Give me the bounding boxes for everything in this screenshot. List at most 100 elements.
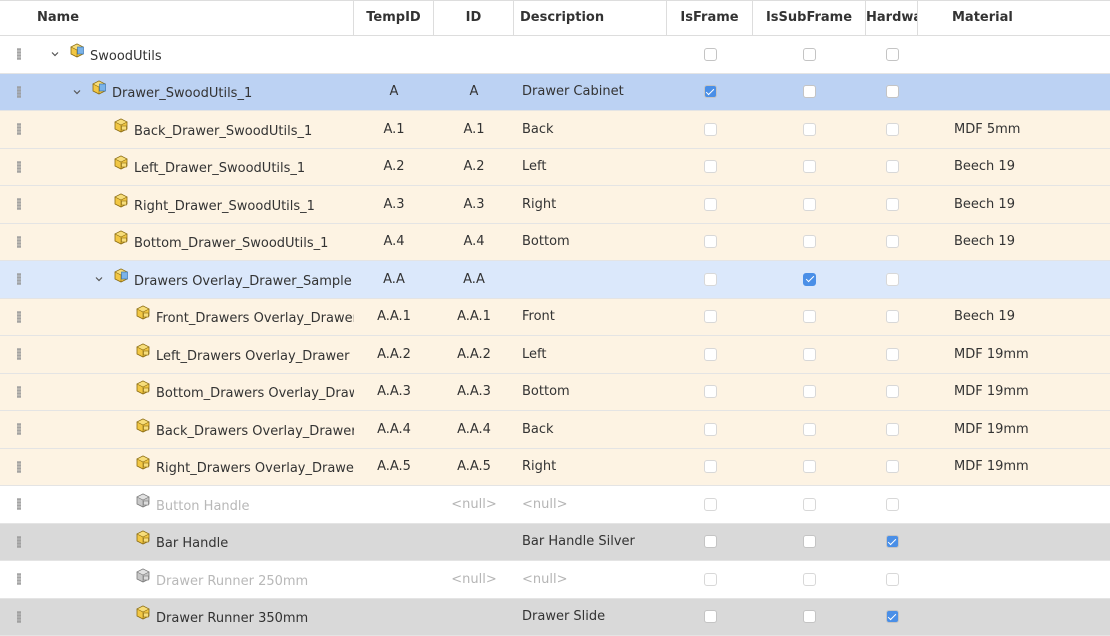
description-cell[interactable]: Front <box>514 299 667 336</box>
id-cell[interactable] <box>434 524 514 561</box>
hardware-checkbox[interactable] <box>885 385 899 399</box>
drag-handle-icon[interactable] <box>17 348 21 361</box>
id-cell[interactable]: A.A.4 <box>434 411 514 448</box>
tree-row[interactable]: SwoodUtils <box>0 36 1110 74</box>
material-cell[interactable] <box>918 486 1110 523</box>
material-cell[interactable]: MDF 19mm <box>918 411 1110 448</box>
description-cell[interactable] <box>514 36 667 73</box>
tree-row[interactable]: Right_Drawer_SwoodUtils_1 A.3 A.3 Right Beec… <box>0 186 1110 224</box>
drag-handle-icon[interactable] <box>17 385 21 398</box>
material-cell[interactable]: MDF 19mm <box>918 449 1110 486</box>
temp-id-cell[interactable]: A.1 <box>354 111 434 148</box>
is-frame-checkbox[interactable] <box>703 235 717 249</box>
tree-row[interactable]: Back_Drawers Overlay_Drawer A.A.4 A.A.4 Bac… <box>0 411 1110 449</box>
temp-id-cell[interactable]: A.A.4 <box>354 411 434 448</box>
is-frame-checkbox[interactable] <box>703 122 717 136</box>
drag-handle-icon[interactable] <box>17 48 21 61</box>
is-frame-checkbox[interactable] <box>703 422 717 436</box>
tree-row[interactable]: Drawer Runner 250mm <null> <null> <box>0 561 1110 599</box>
is-frame-checkbox[interactable] <box>703 497 717 511</box>
temp-id-cell[interactable] <box>354 36 434 73</box>
material-cell[interactable] <box>918 599 1110 636</box>
drag-handle-icon[interactable] <box>17 460 21 473</box>
id-cell[interactable]: A.A.2 <box>434 336 514 373</box>
description-cell[interactable]: Back <box>514 111 667 148</box>
temp-id-cell[interactable] <box>354 561 434 598</box>
is-frame-checkbox[interactable] <box>703 610 717 624</box>
drag-handle-icon[interactable] <box>17 235 21 248</box>
drag-handle-icon[interactable] <box>17 85 21 98</box>
temp-id-cell[interactable]: A.4 <box>354 224 434 261</box>
tree-row[interactable]: Bottom_Drawer_SwoodUtils_1 A.4 A.4 Bottom Be… <box>0 223 1110 261</box>
is-sub-frame-checkbox[interactable] <box>803 385 816 399</box>
is-sub-frame-checkbox[interactable] <box>803 235 816 249</box>
tree-row[interactable]: Drawers Overlay_Drawer_Sample A.A A.A <box>0 261 1110 299</box>
drag-handle-cell[interactable] <box>0 186 38 223</box>
is-frame-checkbox[interactable] <box>703 310 717 324</box>
material-cell[interactable]: Beech 19 <box>918 299 1110 336</box>
is-sub-frame-checkbox[interactable] <box>803 347 816 361</box>
hardware-checkbox[interactable] <box>885 610 899 624</box>
tree-row[interactable]: Button Handle <null> <null> <box>0 486 1110 524</box>
material-cell[interactable] <box>918 261 1110 298</box>
drag-handle-icon[interactable] <box>17 498 21 511</box>
drag-handle-icon[interactable] <box>17 535 21 548</box>
drag-handle-icon[interactable] <box>17 423 21 436</box>
hardware-checkbox[interactable] <box>885 422 899 436</box>
is-sub-frame-checkbox[interactable] <box>803 272 816 286</box>
chevron-down-icon[interactable] <box>92 272 106 286</box>
material-cell[interactable] <box>918 524 1110 561</box>
material-cell[interactable]: Beech 19 <box>918 224 1110 261</box>
is-sub-frame-checkbox[interactable] <box>803 122 816 136</box>
is-frame-checkbox[interactable] <box>703 85 717 99</box>
temp-id-cell[interactable]: A.A.1 <box>354 299 434 336</box>
id-cell[interactable]: <null> <box>434 561 514 598</box>
drag-handle-icon[interactable] <box>17 198 21 211</box>
id-cell[interactable]: <null> <box>434 486 514 523</box>
temp-id-cell[interactable]: A <box>354 74 434 111</box>
is-frame-checkbox[interactable] <box>703 385 717 399</box>
temp-id-cell[interactable]: A.A <box>354 261 434 298</box>
is-frame-checkbox[interactable] <box>703 572 717 586</box>
id-cell[interactable] <box>434 599 514 636</box>
id-cell[interactable]: A.A.5 <box>434 449 514 486</box>
temp-id-cell[interactable]: A.3 <box>354 186 434 223</box>
description-cell[interactable]: Right <box>514 186 667 223</box>
description-cell[interactable]: Right <box>514 449 667 486</box>
hardware-checkbox[interactable] <box>885 160 899 174</box>
description-cell[interactable]: Left <box>514 149 667 186</box>
column-header-material[interactable]: Material <box>918 1 1110 35</box>
temp-id-cell[interactable] <box>354 486 434 523</box>
id-cell[interactable]: A.A.3 <box>434 374 514 411</box>
hardware-checkbox[interactable] <box>885 497 899 511</box>
drag-handle-cell[interactable] <box>0 486 38 523</box>
drag-handle-cell[interactable] <box>0 524 38 561</box>
tree-row[interactable]: Drawer_SwoodUtils_1 A A Drawer Cabinet <box>0 73 1110 111</box>
material-cell[interactable] <box>918 561 1110 598</box>
column-header-is-sub-frame[interactable]: IsSubFrame <box>753 1 866 35</box>
description-cell[interactable]: Bottom <box>514 374 667 411</box>
is-frame-checkbox[interactable] <box>703 272 717 286</box>
description-cell[interactable]: Drawer Cabinet <box>514 74 667 111</box>
temp-id-cell[interactable]: A.2 <box>354 149 434 186</box>
id-cell[interactable]: A <box>434 74 514 111</box>
drag-handle-cell[interactable] <box>0 261 38 298</box>
hardware-checkbox[interactable] <box>885 460 899 474</box>
tree-row[interactable]: Left_Drawers Overlay_Drawer A.A.2 A.A.2 Lef… <box>0 336 1110 374</box>
material-cell[interactable]: MDF 19mm <box>918 374 1110 411</box>
drag-handle-cell[interactable] <box>0 411 38 448</box>
is-sub-frame-checkbox[interactable] <box>803 422 816 436</box>
hardware-checkbox[interactable] <box>885 85 899 99</box>
hardware-checkbox[interactable] <box>885 347 899 361</box>
material-cell[interactable]: Beech 19 <box>918 186 1110 223</box>
hardware-checkbox[interactable] <box>885 47 899 61</box>
is-sub-frame-checkbox[interactable] <box>803 47 816 61</box>
material-cell[interactable]: MDF 5mm <box>918 111 1110 148</box>
is-sub-frame-checkbox[interactable] <box>803 610 816 624</box>
column-header-temp-id[interactable]: TempID <box>354 1 434 35</box>
drag-handle-cell[interactable] <box>0 336 38 373</box>
is-frame-checkbox[interactable] <box>703 197 717 211</box>
description-cell[interactable] <box>514 261 667 298</box>
id-cell[interactable]: A.1 <box>434 111 514 148</box>
tree-row[interactable]: Back_Drawer_SwoodUtils_1 A.1 A.1 Back MDF 5m… <box>0 111 1110 149</box>
